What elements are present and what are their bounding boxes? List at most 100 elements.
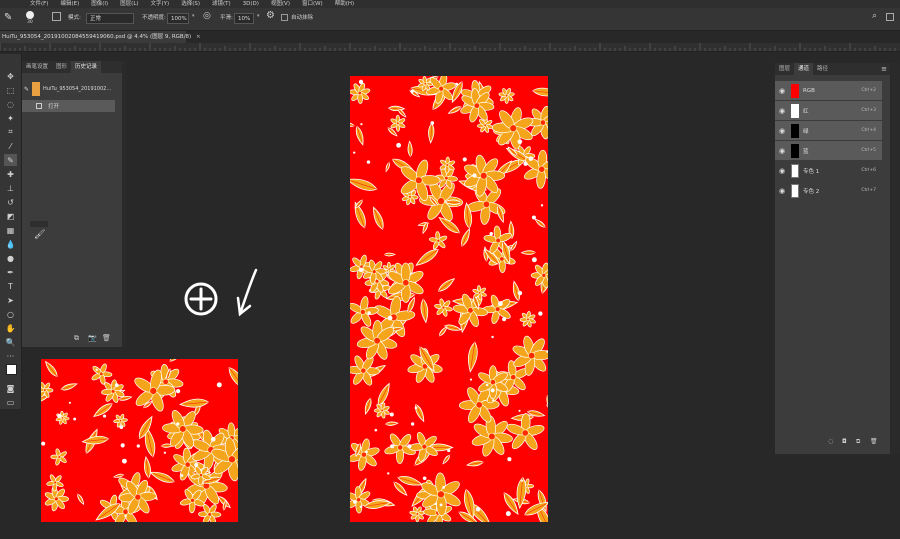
menu-filter[interactable]: 滤镜(T): [212, 0, 231, 8]
auto-erase-checkbox[interactable]: [281, 14, 288, 21]
brush-preset-icon[interactable]: 🖌: [34, 230, 45, 240]
panel-menu-icon[interactable]: ≡: [881, 63, 887, 75]
lasso-tool-icon[interactable]: ◌: [4, 98, 17, 110]
healing-brush-icon[interactable]: ✚: [4, 168, 17, 180]
brush-panel-icon[interactable]: [52, 12, 61, 21]
brush-preset-icon[interactable]: [26, 11, 34, 19]
channel-row[interactable]: ◉ 专色 1 Ctrl+6: [775, 161, 882, 180]
channel-row[interactable]: ◉ 绿 Ctrl+4: [775, 121, 882, 140]
menu-image[interactable]: 图像(I): [91, 0, 108, 8]
auto-erase-label: 自动抹除: [291, 15, 314, 21]
quick-mask-icon[interactable]: ◙: [4, 382, 17, 394]
chevron-down-icon[interactable]: ▾: [192, 13, 195, 19]
channel-name: 红: [803, 108, 809, 115]
menu-bar: 文件(F) 编辑(E) 图像(I) 图层(L) 文字(Y) 选择(S) 滤镜(T…: [0, 0, 900, 8]
channel-thumbnail: [791, 83, 799, 98]
channel-thumbnail: [791, 103, 799, 118]
tab-history[interactable]: 历史记录: [71, 61, 102, 73]
menu-select[interactable]: 选择(S): [181, 0, 200, 8]
marquee-tool-icon[interactable]: ⬚: [4, 84, 17, 96]
trash-icon[interactable]: 🗑: [102, 334, 111, 342]
channel-name: RGB: [803, 87, 815, 94]
eye-icon[interactable]: ◉: [777, 187, 787, 195]
smoothing-input[interactable]: 10%: [234, 13, 254, 24]
chevron-down-icon[interactable]: ▾: [257, 13, 260, 19]
camera-icon[interactable]: 📷: [88, 334, 97, 342]
eye-icon[interactable]: ◉: [777, 127, 787, 135]
move-tool-icon[interactable]: ✥: [4, 70, 17, 82]
mode-select[interactable]: 正常: [86, 13, 134, 24]
eye-icon[interactable]: ◉: [777, 167, 787, 175]
history-snapshot[interactable]: ✎ HuiTu_953054_20191002...: [22, 79, 122, 99]
more-tools-icon[interactable]: ···: [4, 350, 17, 362]
brush-icon[interactable]: ✎: [4, 12, 12, 23]
menu-3d[interactable]: 3D(D): [243, 0, 259, 8]
close-icon[interactable]: ×: [196, 34, 201, 40]
tab-layers[interactable]: 图层: [775, 63, 794, 75]
channel-row[interactable]: ◉ 红 Ctrl+3: [775, 101, 882, 120]
canvas-pattern-preview[interactable]: [41, 359, 238, 522]
search-icon[interactable]: ⌕: [872, 11, 877, 21]
eye-icon[interactable]: ◉: [777, 107, 787, 115]
menu-help[interactable]: 帮助(H): [335, 0, 354, 8]
brush-tool-icon[interactable]: ✎: [4, 154, 17, 166]
eye-icon[interactable]: ◉: [777, 87, 787, 95]
clone-stamp-icon[interactable]: ⊥: [4, 182, 17, 194]
channel-shortcut: Ctrl+2: [861, 88, 876, 93]
screen-mode-icon[interactable]: ▭: [4, 396, 17, 408]
menu-type[interactable]: 文字(Y): [151, 0, 170, 8]
channel-thumbnail: [791, 183, 799, 198]
channel-name: 专色 2: [803, 188, 820, 195]
pressure-opacity-icon[interactable]: ◎: [203, 11, 211, 21]
eraser-icon[interactable]: ◩: [4, 210, 17, 222]
gear-icon[interactable]: ⚙: [266, 10, 275, 21]
channel-shortcut: Ctrl+5: [861, 148, 876, 153]
workspace-icon[interactable]: [886, 13, 894, 21]
menu-window[interactable]: 窗口(W): [302, 0, 323, 8]
menu-view[interactable]: 视图(V): [271, 0, 290, 8]
blur-tool-icon[interactable]: 💧: [4, 238, 17, 250]
new-channel-icon[interactable]: ⧉: [856, 438, 860, 446]
tab-channels[interactable]: 通道: [794, 63, 814, 75]
new-document-from-state-icon[interactable]: ⧉: [74, 334, 79, 343]
document-tab[interactable]: HuiTu_953054_20191002084559419060.psd @ …: [0, 31, 201, 43]
hand-tool-icon[interactable]: ✋: [4, 322, 17, 334]
opacity-input[interactable]: 100%: [167, 13, 189, 24]
channel-thumbnail: [791, 123, 799, 138]
magic-wand-icon[interactable]: ✦: [4, 112, 17, 124]
pen-tool-icon[interactable]: ✒: [4, 266, 17, 278]
brush-size: 30: [27, 20, 33, 25]
tab-brush-settings[interactable]: 画笔设置: [22, 61, 52, 73]
canvas-document[interactable]: [350, 76, 548, 522]
menu-file[interactable]: 文件(F): [30, 0, 48, 8]
history-step[interactable]: 打开: [22, 100, 115, 112]
save-selection-icon[interactable]: ◘: [842, 438, 847, 445]
eye-icon[interactable]: ◉: [777, 147, 787, 155]
crop-tool-icon[interactable]: ⌗: [4, 126, 17, 138]
channel-row[interactable]: ◉ 蓝 Ctrl+5: [775, 141, 882, 160]
channel-shortcut: Ctrl+3: [861, 108, 876, 113]
history-brush-source-icon[interactable]: ✎: [24, 86, 29, 93]
path-select-icon[interactable]: ➤: [4, 294, 17, 306]
foreground-color-swatch[interactable]: [6, 364, 17, 375]
shape-tool-icon[interactable]: ○: [4, 308, 17, 320]
menu-layer[interactable]: 图层(L): [120, 0, 138, 8]
opacity-label: 不透明度:: [142, 15, 166, 21]
type-tool-icon[interactable]: T: [4, 280, 17, 292]
gradient-icon[interactable]: ▦: [4, 224, 17, 236]
zoom-tool-icon[interactable]: 🔍: [4, 336, 17, 348]
history-brush-icon[interactable]: ↺: [4, 196, 17, 208]
channel-shortcut: Ctrl+6: [861, 168, 876, 173]
dodge-tool-icon[interactable]: ●: [4, 252, 17, 264]
eyedropper-icon[interactable]: ⁄: [4, 140, 17, 152]
channel-row[interactable]: ◉ 专色 2 Ctrl+7: [775, 181, 882, 200]
channel-row[interactable]: ◉ RGB Ctrl+2: [775, 81, 882, 100]
channel-name: 专色 1: [803, 168, 820, 175]
annotation-overlay: [184, 268, 258, 317]
tab-shapes[interactable]: 图形: [52, 61, 71, 73]
trash-icon[interactable]: 🗑: [870, 438, 878, 445]
channel-shortcut: Ctrl+4: [861, 128, 876, 133]
menu-edit[interactable]: 编辑(E): [60, 0, 79, 8]
load-selection-icon[interactable]: ◌: [828, 438, 833, 445]
tab-paths[interactable]: 路径: [813, 63, 832, 75]
